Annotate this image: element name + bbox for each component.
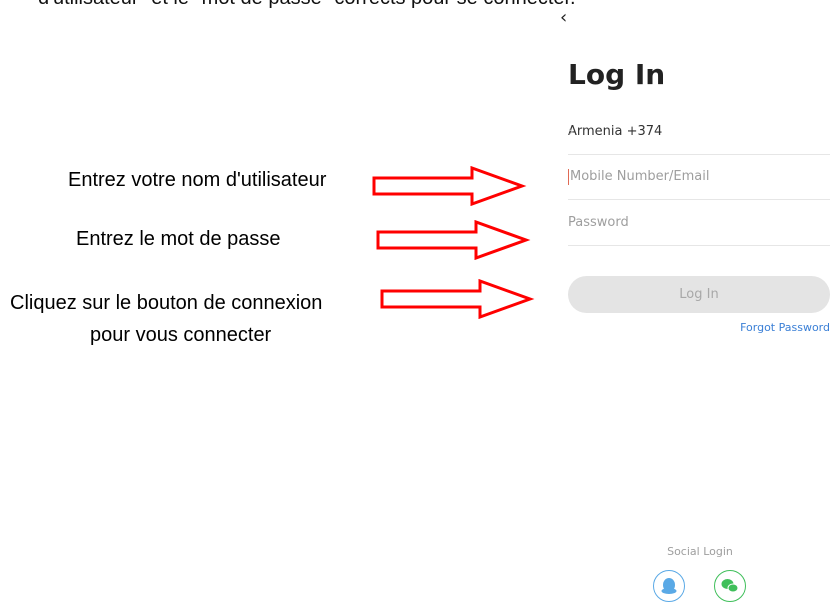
social-login-label: Social Login [667,545,733,558]
annotation-password: Entrez le mot de passe [76,228,281,250]
login-button[interactable]: Log In [568,276,830,313]
text-caret [568,169,569,185]
annotation-login-line1: Cliquez sur le bouton de connexion [10,292,323,314]
password-placeholder: Password [568,215,629,230]
country-selector[interactable]: Armenia +374 › [568,110,830,155]
top-caption: d'utilisateur" et le "mot de passe" corr… [38,0,798,10]
arrow-login-icon [380,279,535,319]
username-placeholder: Mobile Number/Email [570,169,710,184]
arrow-password-icon [376,220,531,260]
wechat-icon [721,579,739,593]
forgot-password-link[interactable]: Forgot Password [740,321,830,334]
page-title: Log In [568,58,666,91]
qq-login-button[interactable] [653,570,685,602]
qq-icon [661,578,677,594]
annotation-login-line2: pour vous connecter [90,324,272,346]
username-field[interactable]: Mobile Number/Email [568,155,830,200]
wechat-login-button[interactable] [714,570,746,602]
chevron-right-icon: › [568,124,574,140]
chevron-left-icon[interactable]: ‹ [560,8,567,28]
annotation-username: Entrez votre nom d'utilisateur [68,169,327,191]
arrow-username-icon [372,166,527,206]
password-field[interactable]: Password [568,201,830,246]
